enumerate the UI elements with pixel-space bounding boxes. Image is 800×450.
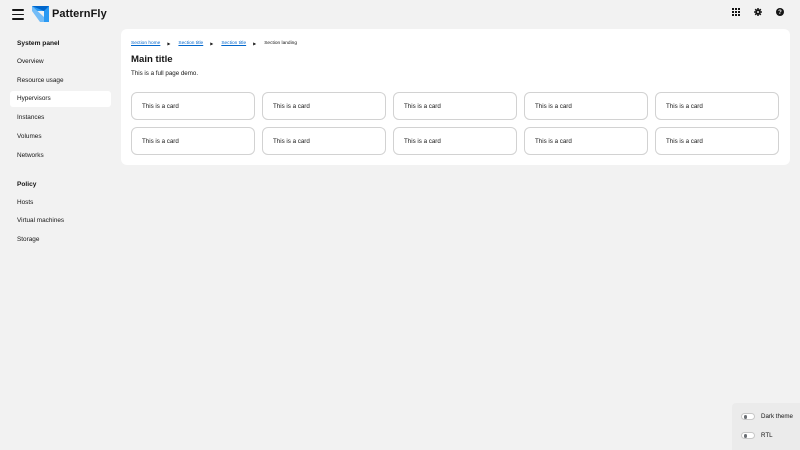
gear-icon[interactable] <box>754 8 762 16</box>
dark-theme-switch[interactable] <box>741 413 755 420</box>
theme-panel: Dark theme RTL <box>732 403 800 450</box>
card[interactable]: This is a card <box>524 92 648 120</box>
card[interactable]: This is a card <box>262 127 386 155</box>
masthead: PatternFly ? <box>0 0 800 29</box>
rtl-label: RTL <box>761 432 773 439</box>
sidebar-item-volumes[interactable]: Volumes <box>10 129 111 145</box>
card[interactable]: This is a card <box>262 92 386 120</box>
sidebar-item-storage[interactable]: Storage <box>10 232 111 248</box>
main-content: Section home ▶ Section title ▶ Section t… <box>121 29 790 165</box>
breadcrumb: Section home ▶ Section title ▶ Section t… <box>131 40 297 47</box>
hamburger-icon[interactable] <box>12 9 24 20</box>
sidebar-item-hypervisors[interactable]: Hypervisors <box>10 91 111 108</box>
sidebar-nav: System panel Overview Resource usage Hyp… <box>10 36 111 248</box>
card[interactable]: This is a card <box>131 127 255 155</box>
card[interactable]: This is a card <box>655 127 779 155</box>
breadcrumb-link-section-title[interactable]: Section title <box>178 41 203 46</box>
nav-group-gap <box>10 164 111 177</box>
page-title: Main title <box>131 54 173 65</box>
logo[interactable]: PatternFly <box>32 6 107 22</box>
card[interactable]: This is a card <box>655 92 779 120</box>
page-description: This is a full page demo. <box>131 70 199 77</box>
card[interactable]: This is a card <box>393 92 517 120</box>
chevron-right-icon: ▶ <box>253 41 257 46</box>
sidebar-item-resource-usage[interactable]: Resource usage <box>10 73 111 89</box>
breadcrumb-link-section-title-2[interactable]: Section title <box>221 41 246 46</box>
sidebar-item-overview[interactable]: Overview <box>10 54 111 70</box>
nav-group-title-system-panel: System panel <box>17 40 60 47</box>
brand-name: PatternFly <box>52 8 107 20</box>
breadcrumb-link-section-home[interactable]: Section home <box>131 41 160 46</box>
card[interactable]: This is a card <box>524 127 648 155</box>
card-grid: This is a card This is a card This is a … <box>131 92 779 155</box>
masthead-toolbar: ? <box>732 8 784 16</box>
rtl-toggle-row: RTL <box>741 432 773 439</box>
rtl-switch[interactable] <box>741 432 755 439</box>
chevron-right-icon: ▶ <box>167 41 171 46</box>
switch-knob <box>743 415 748 419</box>
dark-theme-label: Dark theme <box>761 413 793 420</box>
dark-theme-toggle-row: Dark theme <box>741 413 793 420</box>
apps-grid-icon[interactable] <box>732 8 740 16</box>
sidebar-item-virtual-machines[interactable]: Virtual machines <box>10 213 111 229</box>
sidebar-item-networks[interactable]: Networks <box>10 148 111 164</box>
breadcrumb-current: Section landing <box>264 41 298 46</box>
svg-text:?: ? <box>778 10 782 16</box>
card[interactable]: This is a card <box>131 92 255 120</box>
switch-knob <box>743 434 748 438</box>
sidebar-item-instances[interactable]: Instances <box>10 110 111 126</box>
patternfly-logo-icon <box>32 6 49 22</box>
card[interactable]: This is a card <box>393 127 517 155</box>
sidebar-item-hosts[interactable]: Hosts <box>10 195 111 211</box>
chevron-right-icon: ▶ <box>210 41 214 46</box>
help-icon[interactable]: ? <box>776 8 784 16</box>
nav-group-title-policy: Policy <box>17 180 37 188</box>
